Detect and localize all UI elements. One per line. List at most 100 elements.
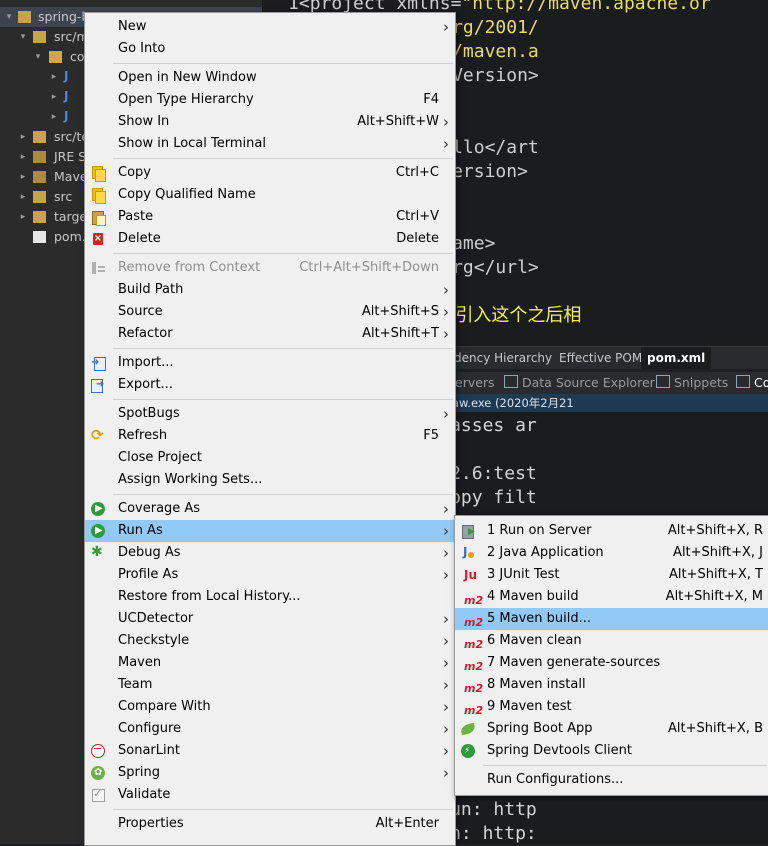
menu-item-label: Maven bbox=[118, 655, 162, 670]
run-as-item-4-maven-build[interactable]: m2 4 Maven build Alt+Shift+X, M bbox=[455, 586, 768, 608]
menu-item-properties[interactable]: Properties Alt+Enter bbox=[85, 813, 455, 835]
tree-item[interactable]: pom. bbox=[0, 227, 86, 247]
tree-item[interactable]: ▸ JRE S bbox=[0, 147, 86, 167]
menu-item-new[interactable]: New › bbox=[85, 16, 455, 38]
menu-item-configure[interactable]: Configure › bbox=[85, 718, 455, 740]
menu-item-sonarlint[interactable]: SonarLint › bbox=[85, 740, 455, 762]
menu-item-label: 5 Maven build... bbox=[487, 611, 592, 626]
tree-item[interactable]: ▸ src/te bbox=[0, 127, 89, 147]
menu-item-restore-from-local-history[interactable]: Restore from Local History... bbox=[85, 586, 455, 608]
menu-item-copy-qualified-name[interactable]: Copy Qualified Name bbox=[85, 184, 455, 206]
menu-item-spotbugs[interactable]: SpotBugs › bbox=[85, 403, 455, 425]
run-as-item-spring-devtools-client[interactable]: ⚡ Spring Devtools Client bbox=[455, 740, 768, 762]
menu-item-paste[interactable]: Paste Ctrl+V bbox=[85, 206, 455, 228]
menu-item-open-type-hierarchy[interactable]: Open Type Hierarchy F4 bbox=[85, 89, 455, 111]
menu-item-label: Refactor bbox=[118, 326, 173, 341]
menu-item-label: UCDetector bbox=[118, 611, 194, 626]
submenu-arrow-icon: › bbox=[443, 720, 449, 738]
menu-item-export[interactable]: ➜ Export... bbox=[85, 374, 455, 396]
menu-item-show-in[interactable]: Show In Alt+Shift+W › bbox=[85, 111, 455, 133]
editor-tab[interactable]: dency Hierarchy bbox=[448, 347, 558, 369]
m2-icon: m2 bbox=[464, 704, 484, 717]
run-as-item-5-maven-build[interactable]: m2 5 Maven build... bbox=[455, 608, 768, 630]
menu-item-copy[interactable]: Copy Ctrl+C bbox=[85, 162, 455, 184]
expanded-arrow-icon[interactable]: ▾ bbox=[33, 47, 43, 67]
menu-item-go-into[interactable]: Go Into bbox=[85, 38, 455, 60]
run-as-item-7-maven-generate-sources[interactable]: m2 7 Maven generate-sources bbox=[455, 652, 768, 674]
run-as-item-run-configurations[interactable]: Run Configurations... bbox=[455, 769, 768, 791]
run-as-item-1-run-on-server[interactable]: ▶ 1 Run on Server Alt+Shift+X, R bbox=[455, 520, 768, 542]
submenu-arrow-icon: › bbox=[443, 18, 449, 36]
tree-item-label: pom. bbox=[54, 229, 86, 244]
menu-item-refactor[interactable]: Refactor Alt+Shift+T › bbox=[85, 323, 455, 345]
console-tab[interactable]: Co bbox=[736, 372, 768, 394]
tree-item[interactable]: ▾ co bbox=[0, 47, 85, 67]
xml-file-icon bbox=[33, 231, 46, 243]
console-tab[interactable]: Data Source Explorer bbox=[504, 372, 655, 394]
menu-item-source[interactable]: Source Alt+Shift+S › bbox=[85, 301, 455, 323]
editor-tab[interactable]: Effective POM bbox=[553, 347, 648, 369]
m2-icon: m2 bbox=[464, 594, 484, 607]
editor-tab[interactable]: pom.xml bbox=[641, 347, 712, 369]
menu-item-run-as[interactable]: ▶ Run As › bbox=[85, 520, 455, 542]
menu-item-show-in-local-terminal[interactable]: Show in Local Terminal › bbox=[85, 133, 455, 155]
tree-item[interactable]: ▸ Mave bbox=[0, 167, 88, 187]
submenu-arrow-icon: › bbox=[443, 113, 449, 131]
tree-item[interactable]: ▸ J bbox=[0, 67, 84, 87]
menu-item-team[interactable]: Team › bbox=[85, 674, 455, 696]
menu-item-build-path[interactable]: Build Path › bbox=[85, 279, 455, 301]
menu-item-refresh[interactable]: ⟳ Refresh F5 bbox=[85, 425, 455, 447]
run-as-item-3-junit-test[interactable]: Ju 3 JUnit Test Alt+Shift+X, T bbox=[455, 564, 768, 586]
tree-item[interactable]: ▸ J bbox=[0, 87, 84, 107]
menu-item-import[interactable]: ➜ Import... bbox=[85, 352, 455, 374]
menu-item-close-project[interactable]: Close Project bbox=[85, 447, 455, 469]
debug-icon: ✱ bbox=[91, 544, 103, 560]
expanded-arrow-icon[interactable]: ▾ bbox=[18, 27, 28, 47]
spring-devtools-icon: ⚡ bbox=[461, 744, 475, 758]
collapsed-arrow-icon[interactable]: ▸ bbox=[18, 187, 28, 207]
menu-item-delete[interactable]: × Delete Delete bbox=[85, 228, 455, 250]
run-as-item-spring-boot-app[interactable]: Spring Boot App Alt+Shift+X, B bbox=[455, 718, 768, 740]
collapsed-arrow-icon[interactable]: ▸ bbox=[18, 207, 28, 227]
menu-item-spring[interactable]: ✿ Spring › bbox=[85, 762, 455, 784]
menu-item-label: Source bbox=[118, 304, 163, 319]
console-icon bbox=[736, 375, 750, 388]
menu-item-maven[interactable]: Maven › bbox=[85, 652, 455, 674]
menu-item-checkstyle[interactable]: Checkstyle › bbox=[85, 630, 455, 652]
tree-item[interactable]: ▸ src bbox=[0, 187, 84, 207]
console-tab[interactable]: Snippets bbox=[656, 372, 728, 394]
tree-item[interactable]: ▸ J bbox=[0, 107, 84, 127]
menu-item-profile-as[interactable]: Profile As › bbox=[85, 564, 455, 586]
menu-item-debug-as[interactable]: ✱ Debug As › bbox=[85, 542, 455, 564]
menu-item-shortcut: Alt+Enter bbox=[375, 816, 439, 831]
collapsed-arrow-icon[interactable]: ▸ bbox=[18, 127, 28, 147]
menu-item-label: Go Into bbox=[118, 41, 166, 56]
submenu-arrow-icon: › bbox=[443, 698, 449, 716]
menu-item-label: Copy bbox=[118, 165, 151, 180]
collapsed-arrow-icon[interactable]: ▸ bbox=[18, 167, 28, 187]
run-on-server-icon: ▶ bbox=[461, 524, 475, 539]
tree-item-label: targe bbox=[54, 209, 88, 224]
submenu-arrow-icon: › bbox=[443, 610, 449, 628]
collapsed-arrow-icon[interactable]: ▸ bbox=[18, 147, 28, 167]
collapsed-arrow-icon[interactable]: ▸ bbox=[49, 87, 59, 107]
run-as-item-2-java-application[interactable]: J 2 Java Application Alt+Shift+X, J bbox=[455, 542, 768, 564]
run-as-item-6-maven-clean[interactable]: m2 6 Maven clean bbox=[455, 630, 768, 652]
run-as-item-8-maven-install[interactable]: m2 8 Maven install bbox=[455, 674, 768, 696]
expanded-arrow-icon[interactable]: ▾ bbox=[4, 7, 14, 27]
run-as-item-9-maven-test[interactable]: m2 9 Maven test bbox=[455, 696, 768, 718]
menu-item-validate[interactable]: ✓ Validate bbox=[85, 784, 455, 806]
submenu-arrow-icon: › bbox=[443, 135, 449, 153]
menu-item-shortcut: Alt+Shift+X, J bbox=[673, 545, 763, 560]
menu-item-assign-working-sets[interactable]: Assign Working Sets... bbox=[85, 469, 455, 491]
menu-item-coverage-as[interactable]: ▶ Coverage As › bbox=[85, 498, 455, 520]
console-tab[interactable]: ervers bbox=[455, 372, 495, 394]
tree-item[interactable]: ▾ src/m bbox=[0, 27, 89, 47]
collapsed-arrow-icon[interactable]: ▸ bbox=[49, 67, 59, 87]
menu-item-ucdetector[interactable]: UCDetector › bbox=[85, 608, 455, 630]
tree-item[interactable]: ▸ targe bbox=[0, 207, 88, 227]
menu-item-compare-with[interactable]: Compare With › bbox=[85, 696, 455, 718]
collapsed-arrow-icon[interactable]: ▸ bbox=[49, 107, 59, 127]
menu-item-shortcut: Alt+Shift+X, M bbox=[665, 589, 763, 604]
menu-item-open-in-new-window[interactable]: Open in New Window bbox=[85, 67, 455, 89]
